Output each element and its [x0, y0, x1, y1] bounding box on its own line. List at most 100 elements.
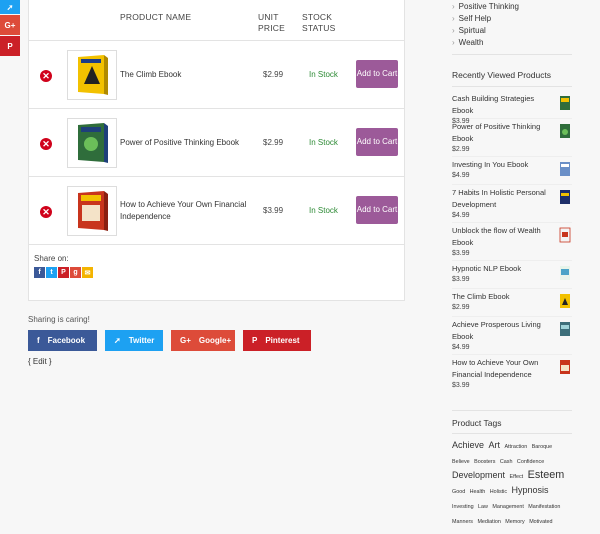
edit-link[interactable]: { Edit } — [28, 357, 52, 366]
tag-link[interactable]: Development — [452, 470, 505, 480]
add-to-cart-button[interactable]: Add to Cart — [356, 128, 398, 156]
category-link[interactable]: › Wealth — [452, 38, 483, 47]
table-row: ✕ How to Achieve Your Own Financial Inde… — [29, 178, 404, 245]
recent-product-price: $4.99 — [452, 344, 470, 351]
tag-link[interactable]: Good — [452, 489, 465, 495]
recent-product-name[interactable]: Hypnotic NLP Ebook — [452, 263, 554, 275]
tag-link[interactable]: Cash — [500, 459, 513, 465]
twitter-icon: ➚ — [6, 2, 14, 12]
google-plus-share-label: Google+ — [198, 336, 232, 345]
recent-product-name[interactable]: How to Achieve Your Own Financial Indepe… — [452, 357, 554, 381]
tag-link[interactable]: Effect — [509, 474, 523, 480]
remove-item-button[interactable]: ✕ — [40, 206, 52, 218]
recent-product-name[interactable]: Investing In You Ebook — [452, 159, 554, 171]
category-label: Wealth — [458, 38, 484, 47]
divider — [452, 433, 572, 434]
list-item[interactable]: Power of Positive Thinking Ebook $2.99 — [452, 121, 572, 157]
list-item[interactable]: Cash Building Strategies Ebook $3.99 — [452, 93, 572, 125]
tag-link[interactable]: Esteem — [528, 469, 565, 481]
recent-product-name[interactable]: The Climb Ebook — [452, 291, 554, 303]
pinterest-icon: P — [252, 336, 258, 345]
pinterest-icon[interactable]: P — [58, 267, 69, 278]
google-plus-share-button[interactable]: G+ Google+ — [171, 330, 235, 351]
recent-product-name[interactable]: Achieve Prosperous Living Ebook — [452, 319, 554, 343]
tag-link[interactable]: Art — [488, 440, 500, 450]
email-icon[interactable]: ✉ — [82, 267, 93, 278]
recent-product-price: $3.99 — [452, 250, 470, 257]
recent-product-price: $2.99 — [452, 146, 470, 153]
tag-link[interactable]: Baroque — [532, 444, 552, 450]
recent-product-price: $4.99 — [452, 172, 470, 179]
tag-link[interactable]: Achieve — [452, 440, 484, 450]
tag-link[interactable]: Boosters — [474, 459, 495, 465]
product-thumbnail[interactable] — [67, 186, 117, 236]
recent-product-price: $2.99 — [452, 304, 470, 311]
list-item[interactable]: Investing In You Ebook $4.99 — [452, 159, 572, 185]
product-price: $2.99 — [263, 138, 284, 147]
tag-link[interactable]: Believe — [452, 459, 470, 465]
stock-status: In Stock — [309, 138, 338, 147]
ebook-cover-icon — [78, 55, 108, 95]
list-item[interactable]: How to Achieve Your Own Financial Indepe… — [452, 357, 572, 393]
divider — [452, 410, 572, 411]
list-item[interactable]: The Climb Ebook $2.99 — [452, 291, 572, 317]
remove-item-button[interactable]: ✕ — [40, 138, 52, 150]
ebook-thumbnail-icon — [560, 322, 570, 336]
tag-link[interactable]: Holistic — [490, 489, 507, 495]
recent-product-name[interactable]: 7 Habits In Holistic Personal Developmen… — [452, 187, 554, 211]
facebook-share-button[interactable]: f Facebook — [28, 330, 97, 351]
tag-link[interactable]: Investing — [452, 504, 474, 510]
product-name-link[interactable]: Power of Positive Thinking Ebook — [120, 137, 260, 149]
tag-link[interactable]: Attraction — [504, 444, 527, 450]
category-link[interactable]: › Positive Thinking — [452, 2, 519, 11]
floating-google-plus-button[interactable]: G+ — [0, 15, 20, 35]
tag-link[interactable]: Manifestation — [528, 504, 560, 510]
product-name-link[interactable]: How to Achieve Your Own Financial Indepe… — [120, 199, 260, 223]
header-product-name: PRODUCT NAME — [120, 12, 192, 22]
twitter-share-button[interactable]: ➚ Twitter — [105, 330, 163, 351]
category-link[interactable]: › Self Help — [452, 14, 491, 23]
facebook-icon[interactable]: f — [34, 267, 45, 278]
recent-product-name[interactable]: Power of Positive Thinking Ebook — [452, 121, 554, 145]
remove-item-button[interactable]: ✕ — [40, 70, 52, 82]
list-item[interactable]: Achieve Prosperous Living Ebook $4.99 — [452, 319, 572, 355]
tag-link[interactable]: Memory — [505, 519, 524, 525]
pinterest-share-button[interactable]: P Pinterest — [243, 330, 311, 351]
list-item[interactable]: Unblock the flow of Wealth Ebook $3.99 — [452, 225, 572, 261]
floating-twitter-button[interactable]: ➚ — [0, 0, 20, 14]
chevron-right-icon: › — [452, 38, 455, 47]
ebook-thumbnail-icon — [559, 227, 571, 243]
tag-link[interactable]: Manners — [452, 519, 473, 525]
recent-product-name[interactable]: Unblock the flow of Wealth Ebook — [452, 225, 554, 249]
add-to-cart-button[interactable]: Add to Cart — [356, 196, 398, 224]
product-thumbnail[interactable] — [67, 50, 117, 100]
ebook-cover-icon — [78, 123, 108, 163]
google-plus-icon[interactable]: g — [70, 267, 81, 278]
tag-link[interactable]: Health — [470, 489, 486, 495]
twitter-icon[interactable]: t — [46, 267, 57, 278]
tag-link[interactable]: Management — [492, 504, 523, 510]
ebook-thumbnail-icon — [560, 190, 570, 204]
product-thumbnail[interactable] — [67, 118, 117, 168]
product-name-link[interactable]: The Climb Ebook — [120, 69, 260, 81]
stock-status: In Stock — [309, 70, 338, 79]
floating-pinterest-button[interactable]: P — [0, 36, 20, 56]
category-link[interactable]: › Spirtual — [452, 26, 486, 35]
tag-link[interactable]: Motivated — [529, 519, 552, 525]
chevron-right-icon: › — [452, 26, 455, 35]
divider — [452, 86, 572, 87]
category-label: Self Help — [458, 14, 492, 23]
category-label: Positive Thinking — [458, 2, 519, 11]
table-header: PRODUCT NAME UNIT PRICE STOCK STATUS — [29, 0, 404, 41]
floating-share-bar: ➚ G+ P — [0, 0, 20, 57]
tag-link[interactable]: Law — [478, 504, 488, 510]
list-item[interactable]: 7 Habits In Holistic Personal Developmen… — [452, 187, 572, 223]
table-row: ✕ Power of Positive Thinking Ebook $2.99… — [29, 110, 404, 177]
list-item[interactable]: Hypnotic NLP Ebook $3.99 — [452, 263, 572, 289]
tag-link[interactable]: Confidence — [517, 459, 544, 465]
tag-link[interactable]: Mediation — [477, 519, 500, 525]
tag-link[interactable]: Hypnosis — [512, 485, 549, 495]
recent-product-name[interactable]: Cash Building Strategies Ebook — [452, 93, 554, 117]
product-tags-title: Product Tags — [452, 418, 502, 428]
add-to-cart-button[interactable]: Add to Cart — [356, 60, 398, 88]
